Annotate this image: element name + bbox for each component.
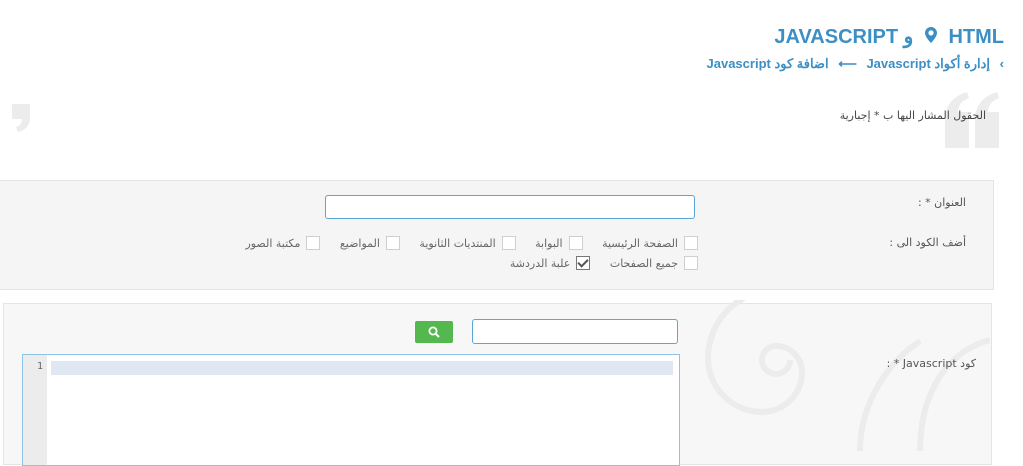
checkbox-label: جميع الصفحات [609,256,678,270]
title-html: HTML [948,26,1004,48]
title-conjunction: و [903,26,914,48]
code-label: كود Javascript * : [886,357,976,370]
active-line-highlight [51,361,673,375]
required-fields-note: الحقول المشار اليها ب * إجبارية [839,109,986,122]
breadcrumb-parent-link[interactable]: إدارة أكواد Javascript [866,56,990,71]
checkbox-subforums[interactable]: المنتديات الثانوية [419,236,516,250]
checkbox-label: مكتبة الصور [245,236,301,250]
checkbox-box[interactable] [568,236,583,250]
page-title: HTML و JAVASCRIPT [774,24,1004,49]
breadcrumb-arrow-icon: ⟵ [838,56,857,71]
title-label: العنوان * : [917,196,966,209]
map-pin-icon [924,26,937,49]
breadcrumb: › إدارة أكواد Javascript ⟵ اضافة كود Jav… [701,56,1004,72]
checkbox-box[interactable] [306,236,321,250]
code-editor[interactable]: 1 [22,354,680,466]
checkbox-label: الصفحة الرئيسية [602,236,678,250]
checkbox-box[interactable] [501,236,516,250]
search-button[interactable] [415,321,453,343]
checkbox-gallery[interactable]: مكتبة الصور [245,236,321,250]
checkbox-box[interactable] [684,236,698,250]
checkbox-label: المواضيع [339,236,380,250]
checkbox-homepage[interactable]: الصفحة الرئيسية [602,236,698,250]
line-number: 1 [36,361,43,372]
title-javascript: JAVASCRIPT [774,26,899,48]
checkbox-box[interactable] [385,236,400,250]
add-to-label: أضف الكود الى : [889,236,966,249]
quote-mark-left-icon [12,104,30,132]
checkbox-label: البوابة [535,236,563,250]
swirl-decoration-icon [704,300,990,451]
breadcrumb-chevron-icon: › [999,56,1004,71]
checkbox-label: المنتديات الثانوية [419,236,496,250]
code-search-input[interactable] [472,319,678,344]
checkbox-all-pages[interactable]: جميع الصفحات [610,256,698,270]
checkbox-portal[interactable]: البوابة [535,236,583,250]
line-number-gutter: 1 [23,355,47,465]
checkbox-chatbox[interactable]: علبة الدردشة [509,256,591,270]
search-icon [428,326,440,338]
checkbox-box-checked[interactable] [576,256,591,270]
checkbox-box[interactable] [684,256,698,270]
title-input[interactable] [325,195,695,219]
targets-row-2: جميع الصفحات علبة الدردشة [494,256,698,273]
checkbox-topics[interactable]: المواضيع [340,236,400,250]
targets-row-1: الصفحة الرئيسية البوابة المنتديات الثانو… [229,236,698,253]
checkbox-label: علبة الدردشة [509,256,571,270]
breadcrumb-current: اضافة كود Javascript [706,56,829,71]
